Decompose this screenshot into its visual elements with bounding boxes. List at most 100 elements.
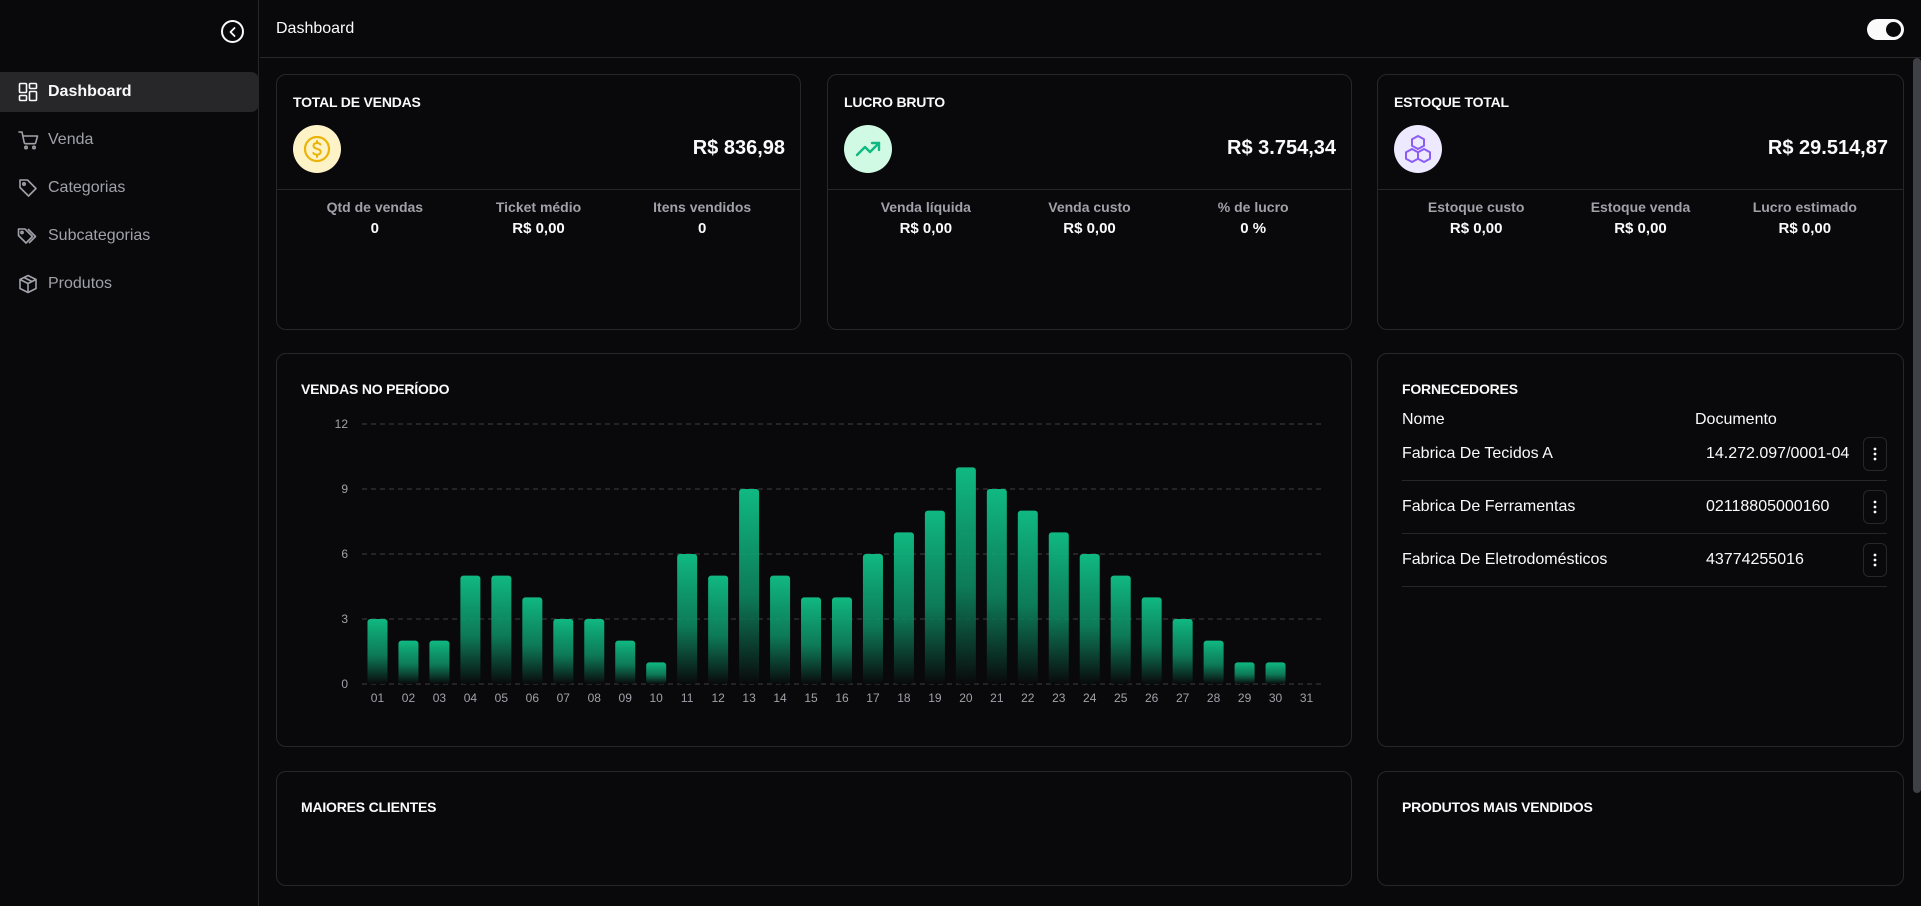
x-tick-label: 14 <box>773 691 787 705</box>
row-actions-button[interactable] <box>1863 490 1887 524</box>
x-tick-label: 16 <box>835 691 849 705</box>
top-header: Dashboard <box>260 0 1921 58</box>
stat-value: R$ 29.514,87 <box>1767 137 1888 159</box>
bar-day-05[interactable] <box>491 575 512 684</box>
sidebar-item-categorias[interactable]: Categorias <box>0 168 259 208</box>
x-tick-label: 29 <box>1238 691 1252 705</box>
bar-day-10[interactable] <box>646 662 667 684</box>
bar-day-14[interactable] <box>770 575 791 684</box>
sidebar-item-subcategorias[interactable]: Subcategorias <box>0 216 259 256</box>
produtos-mais-vendidos-card: PRODUTOS MAIS VENDIDOS <box>1377 771 1904 886</box>
stat-sub-label: Venda líquida <box>880 199 971 215</box>
stat-sub-item: Itens vendidos 0 <box>620 199 784 237</box>
x-tick-label: 26 <box>1145 691 1159 705</box>
bar-day-21[interactable] <box>986 489 1007 684</box>
divider <box>277 189 800 190</box>
x-tick-label: 02 <box>402 691 416 705</box>
more-vertical-icon <box>1873 500 1877 514</box>
x-tick-label: 31 <box>1300 691 1314 705</box>
y-tick-label: 3 <box>341 612 348 626</box>
x-tick-label: 09 <box>619 691 633 705</box>
stat-value: R$ 836,98 <box>692 137 785 159</box>
bar-day-11[interactable] <box>677 554 698 684</box>
bar-day-08[interactable] <box>584 619 605 684</box>
bar-day-15[interactable] <box>801 597 822 684</box>
x-tick-label: 18 <box>897 691 911 705</box>
sidebar-item-produtos[interactable]: Produtos <box>0 264 259 304</box>
row-actions-button[interactable] <box>1863 543 1887 577</box>
sidebar-item-label: Subcategorias <box>48 227 151 244</box>
bar-day-30[interactable] <box>1265 662 1286 684</box>
estoque-total-card: ESTOQUE TOTAL R$ 29.514,87 Estoque custo… <box>1377 74 1904 330</box>
bar-day-09[interactable] <box>615 640 636 684</box>
fornecedor-nome: Fabrica De Tecidos A <box>1402 445 1553 462</box>
bar-day-02[interactable] <box>398 640 419 684</box>
bar-day-24[interactable] <box>1079 554 1100 684</box>
bar-day-23[interactable] <box>1048 532 1069 684</box>
package-icon <box>17 273 39 295</box>
bar-day-13[interactable] <box>739 489 760 684</box>
coin-icon <box>293 125 341 173</box>
tag-icon <box>17 177 39 199</box>
bar-day-06[interactable] <box>522 597 543 684</box>
bar-day-16[interactable] <box>832 597 852 684</box>
stat-sub-label: % de lucro <box>1217 199 1289 215</box>
fornecedor-documento: 14.272.097/0001-04 <box>1706 445 1850 462</box>
bar-day-18[interactable] <box>893 532 914 684</box>
stat-sub-value: R$ 0,00 <box>1614 220 1667 237</box>
x-tick-label: 23 <box>1052 691 1066 705</box>
x-tick-label: 03 <box>433 691 447 705</box>
x-tick-label: 27 <box>1176 691 1190 705</box>
bar-day-19[interactable] <box>924 510 945 684</box>
scrollbar[interactable] <box>1913 58 1921 793</box>
stat-sub-value: R$ 0,00 <box>512 220 565 237</box>
bar-day-20[interactable] <box>955 467 976 684</box>
fornecedor-documento: 02118805000160 <box>1706 498 1830 515</box>
more-vertical-icon <box>1873 447 1877 461</box>
card-title: ESTOQUE TOTAL <box>1394 94 1509 110</box>
toggle-knob <box>1886 22 1901 37</box>
stat-sub-label: Itens vendidos <box>653 199 752 215</box>
stat-breakdown: Estoque custo R$ 0,00 Estoque venda R$ 0,0… <box>1394 199 1887 237</box>
bar-day-03[interactable] <box>429 640 450 684</box>
x-tick-label: 21 <box>990 691 1004 705</box>
tags-icon <box>17 225 39 247</box>
bar-day-27[interactable] <box>1172 619 1193 684</box>
theme-toggle[interactable] <box>1867 19 1904 40</box>
stat-sub-item: Estoque venda R$ 0,00 <box>1558 199 1722 237</box>
x-tick-label: 13 <box>742 691 756 705</box>
x-tick-label: 24 <box>1083 691 1097 705</box>
x-tick-label: 22 <box>1021 691 1035 705</box>
lucro-bruto-card: LUCRO BRUTO R$ 3.754,34 Venda líquida R$ … <box>827 74 1352 330</box>
bar-day-17[interactable] <box>862 554 883 684</box>
fornecedor-nome: Fabrica De Eletrodomésticos <box>1402 551 1608 568</box>
divider <box>1378 189 1903 190</box>
stat-sub-value: R$ 0,00 <box>1449 220 1503 237</box>
x-tick-label: 01 <box>371 691 385 705</box>
sales-bar-chart: 03691201 02 03 04 05 06 07 08 09 10 11 12 13 14 15 16 17… <box>335 417 1322 705</box>
chevron-left-icon <box>229 26 235 37</box>
bar-day-07[interactable] <box>553 619 574 684</box>
table-row: Fabrica De Tecidos A 14.272.097/0001-04 <box>1402 428 1887 481</box>
row-actions-button[interactable] <box>1863 437 1887 471</box>
bar-day-28[interactable] <box>1203 640 1224 684</box>
x-tick-label: 20 <box>959 691 973 705</box>
sidebar: Dashboard Venda Categorias Subcategorias… <box>0 0 259 906</box>
sidebar-item-venda[interactable]: Venda <box>0 120 259 160</box>
bar-day-01[interactable] <box>367 619 388 684</box>
stat-sub-item: Estoque custo R$ 0,00 <box>1394 199 1558 237</box>
bar-day-26[interactable] <box>1141 597 1162 684</box>
bar-day-29[interactable] <box>1234 662 1255 684</box>
y-tick-label: 12 <box>335 417 349 431</box>
x-tick-label: 12 <box>711 691 725 705</box>
bar-day-22[interactable] <box>1017 510 1038 684</box>
sidebar-item-dashboard[interactable]: Dashboard <box>0 72 259 112</box>
bar-day-12[interactable] <box>708 575 729 684</box>
maiores-clientes-card: MAIORES CLIENTES <box>276 771 1352 886</box>
y-tick-label: 6 <box>341 547 348 561</box>
collapse-sidebar-button[interactable] <box>221 20 244 43</box>
x-tick-label: 06 <box>526 691 540 705</box>
bar-day-04[interactable] <box>460 575 481 684</box>
divider <box>828 189 1351 190</box>
bar-day-25[interactable] <box>1110 575 1131 684</box>
